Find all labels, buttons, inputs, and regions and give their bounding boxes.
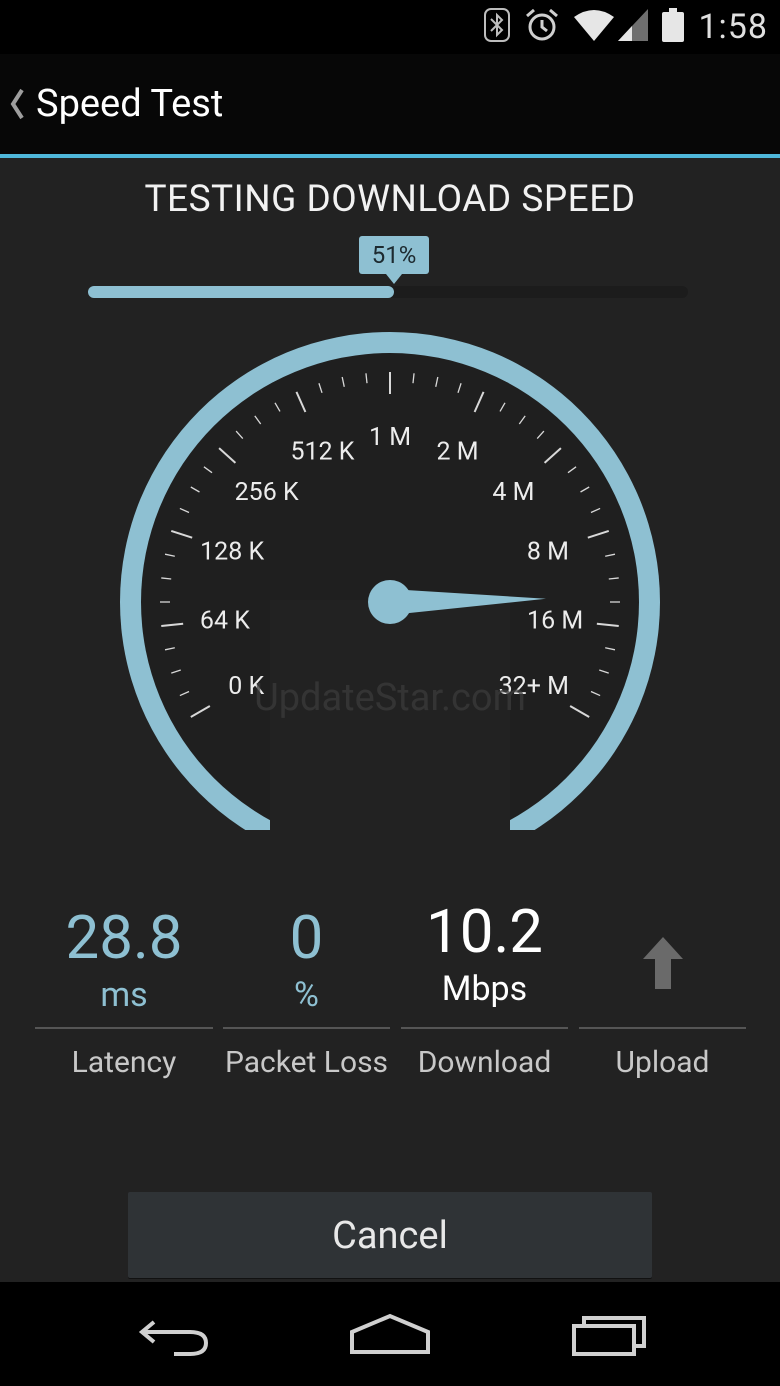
speed-test-screen: 1:58 Speed Test TESTING DOWNLOAD SPEED 5… [0,0,780,1386]
gauge-label: 128 K [200,538,264,567]
latency-unit: ms [100,975,148,1015]
latency-value: 28.8 [65,902,183,973]
packet-loss-stat: 0 % Packet Loss [223,895,390,1080]
recents-icon[interactable] [566,1308,656,1360]
bluetooth-icon [484,8,511,46]
home-icon[interactable] [345,1308,435,1360]
latency-divider [35,1027,213,1029]
progress-label: 51% [359,236,429,274]
packet-loss-value: 0 [289,902,324,973]
signal-icon [618,9,649,45]
download-unit: Mbps [441,969,528,1009]
gauge-label: 1 M [369,423,411,452]
latency-label: Latency [71,1045,177,1080]
speed-gauge-dial: 0 K64 K128 K256 K512 K1 M2 M4 M8 M16 M32… [120,332,660,830]
navigation-bar [0,1282,780,1386]
progress-bubble-tip [386,274,402,284]
gauge-needle-hub [368,580,412,624]
alarm-icon [524,7,560,47]
download-label: Download [417,1045,552,1080]
packet-loss-unit: % [294,975,319,1015]
progress-fill [88,286,394,298]
action-bar: Speed Test [0,54,780,154]
arrow-up-icon [641,935,685,995]
cancel-button[interactable]: Cancel [128,1192,652,1278]
gauge-label: 16 M [527,606,583,635]
speed-gauge: 0 K 64 K 128 K 256 K 512 K1 M2 M4 M8 M 16 M 32… [0,330,780,840]
gauge-watermark: UpdateStar.com [254,676,526,720]
gauge-label: 4 M [492,478,534,507]
latency-stat: 28.8 ms Latency [35,895,213,1080]
wifi-icon [574,9,615,45]
status-time: 1:58 [698,7,768,47]
back-icon[interactable] [130,1308,220,1360]
download-divider [401,1027,568,1029]
battery-icon [662,8,685,46]
packet-loss-divider [223,1027,390,1029]
download-stat: 10.2 Mbps Download [401,895,568,1080]
download-value: 10.2 [426,896,543,967]
test-heading: TESTING DOWNLOAD SPEED [144,178,636,221]
gauge-label: 2 M [436,437,478,466]
status-bar: 1:58 [0,0,780,54]
gauge-label: 256 K [235,478,299,507]
packet-loss-label: Packet Loss [224,1045,389,1080]
upload-label: Upload [615,1045,710,1080]
chevron-left-icon[interactable] [8,84,26,124]
action-bar-divider [0,154,780,158]
upload-divider [579,1027,746,1029]
gauge-label: 8 M [527,538,569,567]
stats-row: 28.8 ms Latency 0 % Packet Loss 10.2 Mbp… [0,895,780,1095]
gauge-label: 512 K [290,437,354,466]
gauge-label: 64 K [200,606,250,635]
page-title[interactable]: Speed Test [36,82,223,126]
